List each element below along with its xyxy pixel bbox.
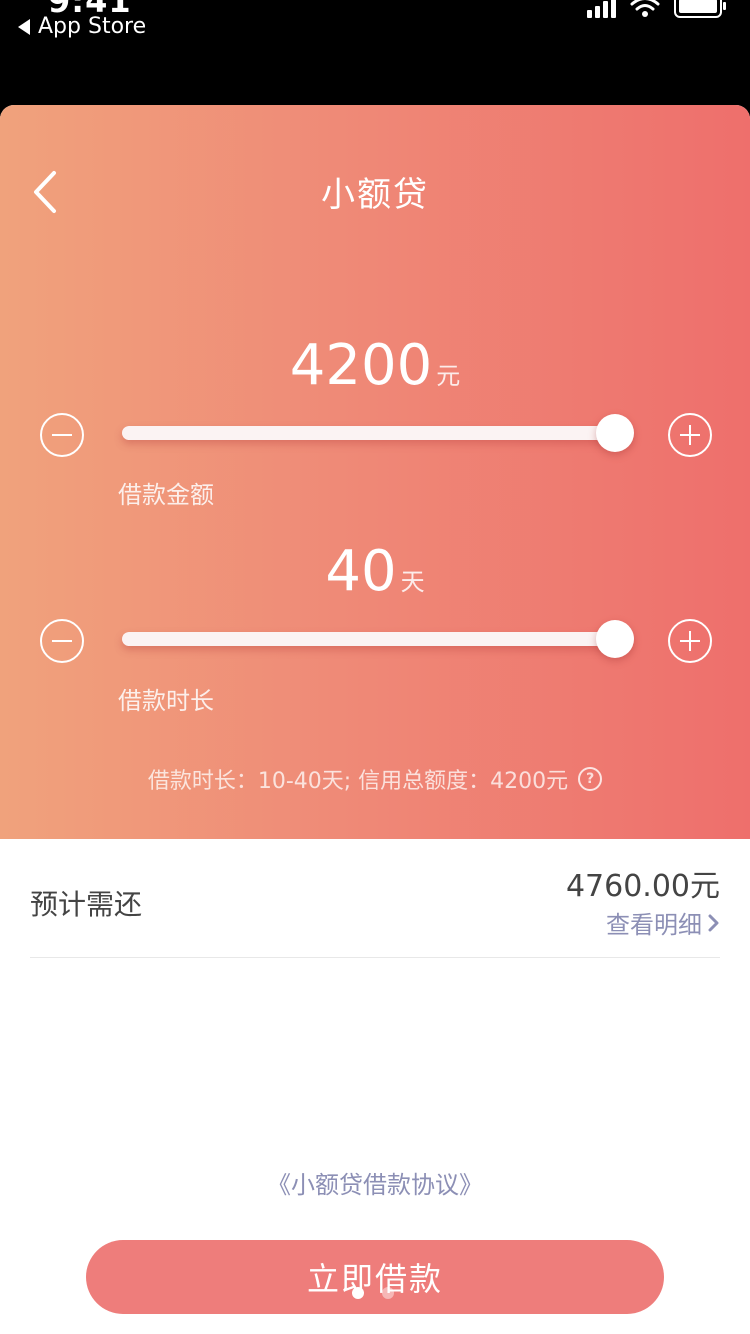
- loan-term-label: 借款时长: [118, 687, 214, 715]
- loan-amount-label: 借款金额: [118, 481, 214, 509]
- loan-term-unit: 天: [400, 568, 425, 596]
- repayment-amount: 4760.00元: [565, 869, 720, 904]
- increase-term-button[interactable]: [668, 619, 712, 663]
- loan-amount-slider-thumb[interactable]: [596, 414, 634, 452]
- loan-amount-slider[interactable]: [122, 414, 634, 452]
- loan-config-panel: 小额贷 4200 元 借款金额 40 天 借款时长 借款时长：10-40天; 信用总…: [0, 105, 750, 839]
- loan-term-slider[interactable]: [122, 620, 634, 658]
- system-icons: [587, 0, 726, 18]
- loan-sheet: 小额贷 4200 元 借款金额 40 天 借款时长 借款时长：10-40天; 信用总…: [0, 105, 750, 1334]
- loan-term-slider-thumb[interactable]: [596, 620, 634, 658]
- loan-amount-display: 4200 元: [0, 333, 750, 398]
- increase-amount-button[interactable]: [668, 413, 712, 457]
- view-details-label: 查看明细: [606, 911, 702, 939]
- back-to-app-store[interactable]: App Store: [18, 14, 146, 39]
- loan-term-display: 40 天: [0, 539, 750, 604]
- loan-limits-info: 借款时长：10-40天; 信用总额度：4200元 ?: [0, 763, 750, 795]
- loan-amount-unit: 元: [436, 362, 461, 390]
- status-bar: 9:41 App Store: [0, 0, 750, 105]
- page-title: 小额贷: [321, 175, 429, 215]
- view-details-link[interactable]: 查看明细: [606, 905, 720, 940]
- loan-limits-text: 借款时长：10-40天; 信用总额度：4200元: [147, 769, 569, 794]
- page-indicator: [352, 1287, 394, 1299]
- page-dot-active: [352, 1287, 364, 1299]
- repayment-summary: 预计需还 4760.00元 查看明细: [30, 839, 720, 958]
- loan-amount-value: 4200: [289, 333, 433, 398]
- wifi-icon: [630, 0, 660, 17]
- borrow-now-button[interactable]: 立即借款: [86, 1240, 664, 1314]
- back-triangle-icon: [18, 18, 30, 35]
- cellular-signal-icon: [587, 0, 616, 18]
- repayment-label: 预计需还: [30, 888, 143, 921]
- loan-term-value: 40: [325, 539, 397, 604]
- back-app-label: App Store: [38, 14, 147, 39]
- page-dot: [382, 1287, 394, 1299]
- help-icon[interactable]: ?: [578, 767, 603, 791]
- chevron-right-icon: [708, 914, 719, 931]
- decrease-term-button[interactable]: [40, 619, 84, 663]
- battery-icon: [674, 0, 726, 18]
- loan-agreement-link[interactable]: 《小额贷借款协议》: [0, 1165, 750, 1200]
- decrease-amount-button[interactable]: [40, 413, 84, 457]
